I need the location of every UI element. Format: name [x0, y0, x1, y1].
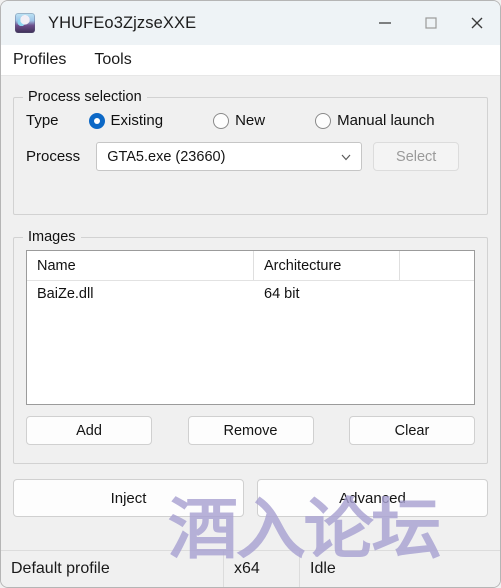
images-group: Images Name Architecture BaiZe.dll 64 bi… [13, 229, 488, 464]
app-window: YHUFEo3ZjzseXXE Profiles Tools Process s… [0, 0, 501, 588]
process-row: Process GTA5.exe (23660) Select [14, 142, 487, 171]
status-profile: Default profile [11, 560, 110, 577]
action-button-row: Inject Advanced [13, 479, 488, 517]
cell-architecture: 64 bit [264, 286, 300, 302]
process-selection-group: Process selection Type Existing New Manu… [13, 89, 488, 215]
select-button[interactable]: Select [373, 142, 460, 171]
images-button-row: Add Remove Clear [26, 416, 475, 445]
app-avatar-icon [15, 13, 35, 33]
radio-existing-label: Existing [110, 112, 164, 129]
images-listview-header: Name Architecture [27, 251, 474, 281]
process-combobox[interactable]: GTA5.exe (23660) [96, 142, 363, 171]
radio-manual-launch-indicator [315, 112, 332, 129]
status-state: Idle [299, 551, 500, 587]
process-label: Process [26, 148, 81, 165]
column-header-name[interactable]: Name [27, 251, 254, 280]
radio-manual-launch[interactable]: Manual launch [315, 112, 435, 129]
advanced-button[interactable]: Advanced [257, 479, 488, 517]
table-row[interactable]: BaiZe.dll 64 bit [27, 281, 474, 307]
radio-new-label: New [235, 112, 266, 129]
maximize-icon[interactable] [408, 1, 454, 45]
chevron-down-icon [339, 150, 353, 164]
window-frame: YHUFEo3ZjzseXXE Profiles Tools Process s… [0, 0, 501, 588]
menu-bar: Profiles Tools [1, 45, 500, 76]
close-icon[interactable] [454, 1, 500, 45]
status-architecture: x64 [223, 551, 299, 587]
radio-existing[interactable]: Existing [88, 112, 164, 129]
status-bar: Default profile x64 Idle [1, 550, 500, 587]
radio-existing-indicator [88, 112, 105, 129]
menu-item-tools[interactable]: Tools [94, 49, 141, 71]
images-title: Images [28, 229, 76, 245]
clear-button[interactable]: Clear [349, 416, 475, 445]
images-listview[interactable]: Name Architecture BaiZe.dll 64 bit [26, 250, 475, 405]
process-type-row: Type Existing New Manual launch [14, 112, 487, 129]
window-title: YHUFEo3ZjzseXXE [48, 13, 197, 32]
cell-name: BaiZe.dll [37, 286, 94, 302]
process-selection-title: Process selection [28, 89, 142, 105]
radio-new[interactable]: New [213, 112, 265, 129]
window-controls [362, 1, 500, 45]
cell-extra [400, 281, 455, 307]
remove-button[interactable]: Remove [187, 416, 314, 445]
client-area: Process selection Type Existing New Manu… [1, 76, 500, 550]
type-label: Type [26, 112, 59, 129]
inject-button[interactable]: Inject [13, 479, 244, 517]
process-combobox-value: GTA5.exe (23660) [107, 148, 226, 165]
column-header-architecture[interactable]: Architecture [254, 251, 400, 280]
menu-item-profiles[interactable]: Profiles [13, 49, 76, 71]
title-bar: YHUFEo3ZjzseXXE [1, 1, 500, 45]
add-button[interactable]: Add [26, 416, 152, 445]
column-header-extra[interactable] [400, 251, 455, 280]
minimize-icon[interactable] [362, 1, 408, 45]
radio-new-indicator [213, 112, 230, 129]
radio-manual-launch-label: Manual launch [337, 112, 435, 129]
